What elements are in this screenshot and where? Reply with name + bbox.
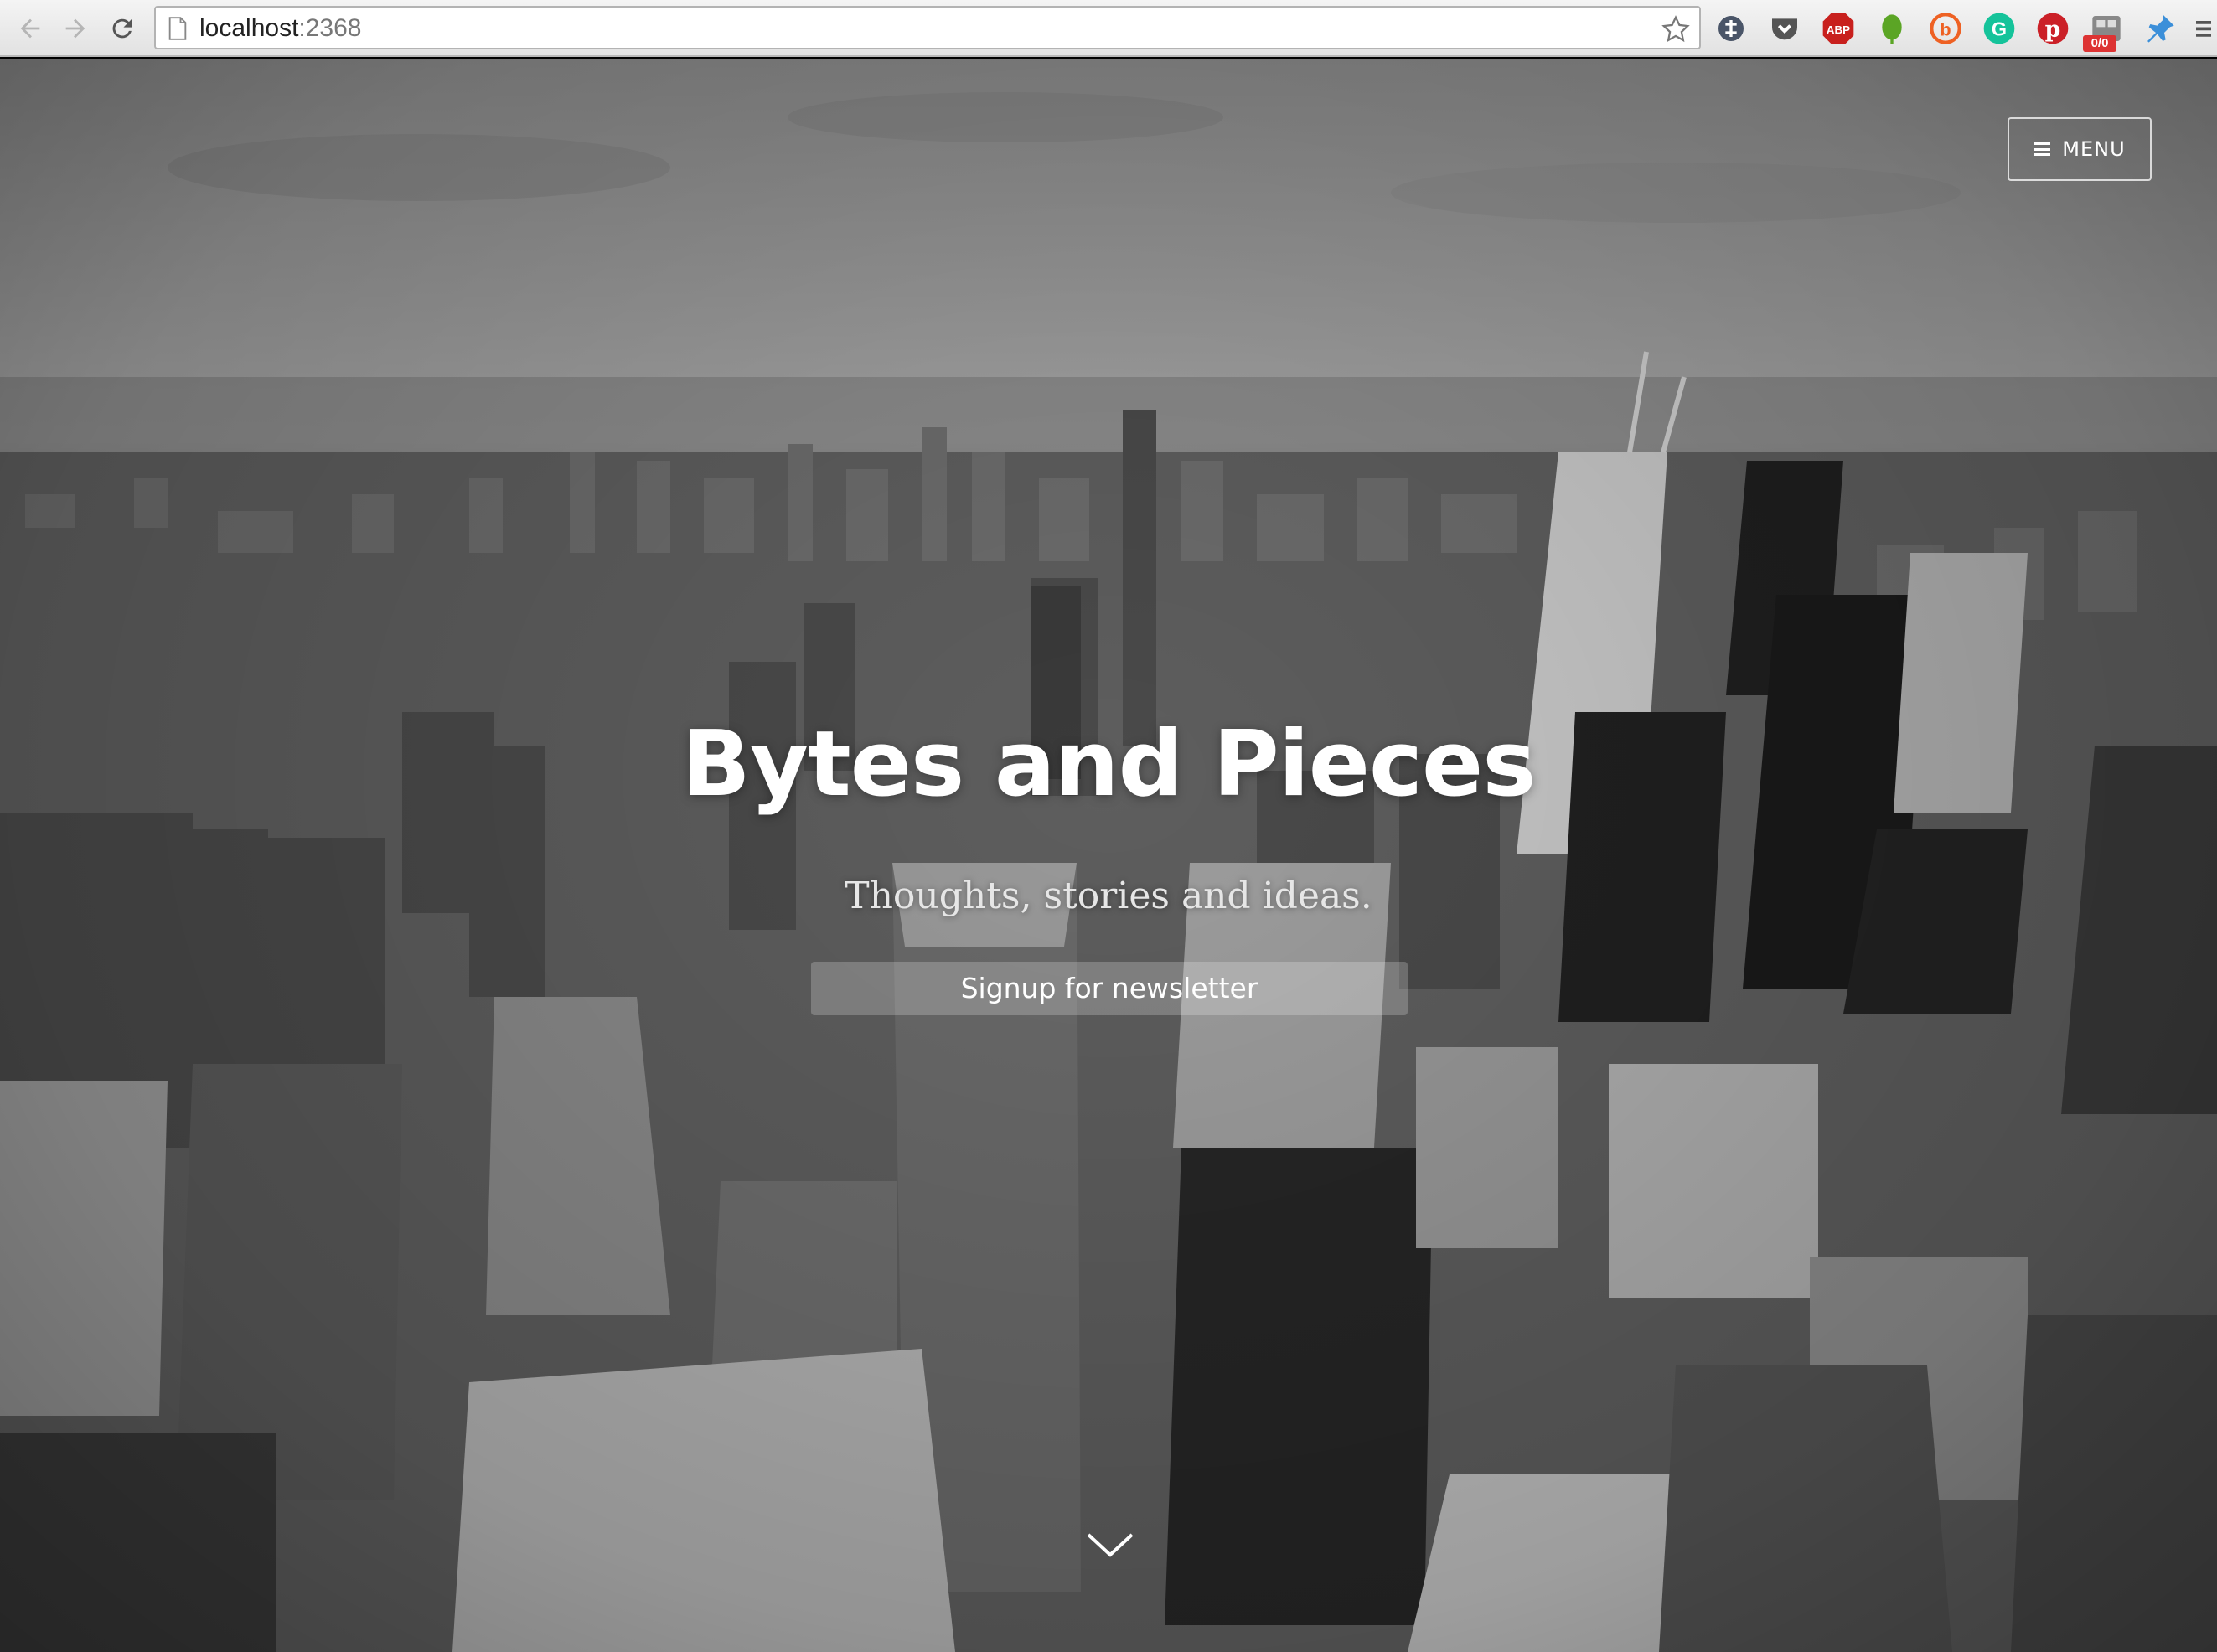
hero-overlay bbox=[0, 59, 2217, 1652]
menu-button[interactable]: MENU bbox=[2008, 117, 2152, 181]
svg-text:ABP: ABP bbox=[1827, 23, 1850, 36]
back-arrow-icon bbox=[20, 18, 40, 39]
url-host: localhost bbox=[199, 14, 299, 42]
browser-toolbar: localhost:2368 ABP b G p 0/0 bbox=[0, 0, 2217, 57]
evernote-icon[interactable] bbox=[1875, 12, 1909, 45]
signup-newsletter-button[interactable]: Signup for newsletter bbox=[811, 962, 1408, 1015]
adblock-icon[interactable]: ABP bbox=[1822, 12, 1855, 45]
site-description: Thoughts, stories and ideas. bbox=[845, 875, 1372, 917]
reload-button[interactable] bbox=[104, 10, 141, 47]
chevron-down-icon bbox=[1087, 1533, 1134, 1557]
tab-counter-badge: 0/0 bbox=[2083, 35, 2116, 52]
hamburger-icon bbox=[2034, 142, 2051, 156]
bookmark-star-icon[interactable] bbox=[1661, 14, 1691, 44]
pin-icon[interactable] bbox=[2143, 12, 2177, 45]
bitly-icon[interactable]: b bbox=[1929, 12, 1962, 45]
menu-label: MENU bbox=[2062, 137, 2126, 161]
scroll-down-button[interactable] bbox=[1085, 1528, 1135, 1562]
page-icon bbox=[168, 17, 187, 40]
sync-icon[interactable] bbox=[1714, 12, 1748, 45]
svg-text:b: b bbox=[1940, 18, 1951, 39]
forward-button[interactable] bbox=[57, 10, 94, 47]
reload-icon bbox=[112, 18, 132, 39]
url-text: localhost:2368 bbox=[199, 14, 361, 43]
back-button[interactable] bbox=[12, 10, 49, 47]
site-title: Bytes and Pieces bbox=[681, 712, 1536, 817]
pocket-icon[interactable] bbox=[1768, 12, 1801, 45]
grammarly-icon[interactable]: G bbox=[1982, 12, 2016, 45]
svg-text:G: G bbox=[1992, 18, 2007, 39]
address-bar[interactable]: localhost:2368 bbox=[154, 6, 1701, 49]
pinterest-icon[interactable]: p bbox=[2036, 12, 2070, 45]
svg-text:p: p bbox=[2045, 17, 2061, 43]
chrome-menu-icon[interactable] bbox=[2190, 12, 2217, 45]
hero-section: MENU Bytes and Pieces Thoughts, stories … bbox=[0, 59, 2217, 1652]
url-port: :2368 bbox=[298, 14, 362, 42]
forward-arrow-icon bbox=[65, 18, 85, 39]
